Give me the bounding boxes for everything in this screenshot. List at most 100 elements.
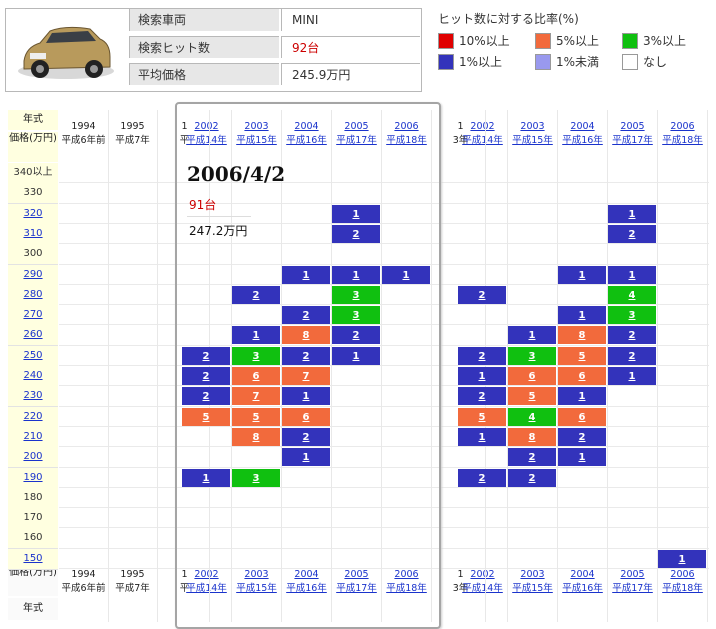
era-value[interactable]: 平成16年 [558, 582, 607, 596]
grid-cell[interactable]: 8 [558, 326, 606, 344]
year-column-footer[interactable]: 2003 平成15年 [508, 568, 557, 604]
grid-cell[interactable]: 1 [508, 326, 556, 344]
price-row-label[interactable]: 230 [8, 386, 58, 407]
year-value[interactable]: 2006 [658, 120, 707, 134]
year-column-header[interactable]: 2003 平成15年 [508, 120, 557, 156]
price-row-label[interactable]: 150 [8, 549, 58, 570]
era-value[interactable]: 平成18年 [658, 134, 707, 148]
grid-cell[interactable]: 2 [608, 347, 656, 365]
grid-cell[interactable]: 4 [508, 408, 556, 426]
era-value[interactable]: 平成14年 [458, 582, 507, 596]
price-value[interactable]: 220 [23, 411, 42, 422]
price-value[interactable]: 280 [23, 289, 42, 300]
year-column-footer[interactable]: 2005 平成17年 [608, 568, 657, 604]
price-value[interactable]: 250 [23, 350, 42, 361]
price-row-label[interactable]: 190 [8, 468, 58, 489]
era-value[interactable]: 平成17年 [608, 582, 657, 596]
grid-cell[interactable]: 2 [508, 469, 556, 487]
grid-cell[interactable]: 1 [608, 205, 656, 223]
price-value[interactable]: 230 [23, 390, 42, 401]
price-value[interactable]: 210 [23, 431, 42, 442]
grid-cell[interactable]: 2 [608, 326, 656, 344]
grid-cell[interactable]: 4 [608, 286, 656, 304]
price-row-label[interactable]: 270 [8, 305, 58, 326]
era-value[interactable]: 平成15年 [508, 582, 557, 596]
price-row-label[interactable]: 220 [8, 407, 58, 428]
price-row-label[interactable]: 250 [8, 346, 58, 367]
grid-cell[interactable]: 1 [558, 266, 606, 284]
year-value[interactable]: 2004 [558, 568, 607, 582]
legend-swatch [438, 54, 454, 70]
era-value: 平成6年前 [61, 135, 106, 146]
price-row-label[interactable]: 310 [8, 224, 58, 245]
grid-cell[interactable]: 2 [508, 448, 556, 466]
price-row-label[interactable]: 200 [8, 447, 58, 468]
grid-cell[interactable]: 2 [458, 469, 506, 487]
year-value[interactable]: 2005 [608, 568, 657, 582]
price-row-label[interactable]: 290 [8, 265, 58, 286]
price-value[interactable]: 150 [23, 553, 42, 564]
grid-cell[interactable]: 2 [458, 347, 506, 365]
grid-cell[interactable]: 5 [508, 387, 556, 405]
year-column-header[interactable]: 2006 平成18年 [658, 120, 707, 156]
grid-cell[interactable]: 6 [558, 367, 606, 385]
price-row-label[interactable]: 280 [8, 285, 58, 306]
price-row-label[interactable]: 210 [8, 427, 58, 448]
year-value[interactable]: 2005 [608, 120, 657, 134]
grid-cell[interactable]: 2 [458, 387, 506, 405]
grid-cell[interactable]: 3 [508, 347, 556, 365]
price-value[interactable]: 290 [23, 269, 42, 280]
car-photo [6, 9, 124, 89]
year-column-footer[interactable]: 2002 平成14年 [458, 568, 507, 604]
year-value[interactable]: 2003 [508, 568, 557, 582]
grid-cell[interactable]: 2 [558, 428, 606, 446]
price-value[interactable]: 270 [23, 309, 42, 320]
price-value[interactable]: 200 [23, 451, 42, 462]
year-column-footer[interactable]: 2006 平成18年 [658, 568, 707, 604]
year-column-header[interactable]: 2005 平成17年 [608, 120, 657, 156]
grid-cell[interactable]: 1 [608, 266, 656, 284]
grid-cell[interactable]: 5 [458, 408, 506, 426]
era-value[interactable]: 平成14年 [458, 134, 507, 148]
year-value[interactable]: 2002 [458, 120, 507, 134]
price-row-label[interactable]: 320 [8, 204, 58, 225]
year-column-header[interactable]: 2002 平成14年 [458, 120, 507, 156]
grid-cell[interactable]: 1 [558, 448, 606, 466]
era-value: 平成7年 [115, 583, 150, 594]
year-column-footer[interactable]: 2004 平成16年 [558, 568, 607, 604]
legend-label: 1%未満 [556, 55, 600, 69]
grid-cell[interactable]: 5 [558, 347, 606, 365]
year-value[interactable]: 2002 [458, 568, 507, 582]
era-value[interactable]: 平成18年 [658, 582, 707, 596]
era-value[interactable]: 平成16年 [558, 134, 607, 148]
year-value[interactable]: 2004 [558, 120, 607, 134]
grid-cell[interactable]: 2 [458, 286, 506, 304]
grid-cell[interactable]: 6 [558, 408, 606, 426]
year-column-header[interactable]: 2004 平成16年 [558, 120, 607, 156]
price-value[interactable]: 260 [23, 329, 42, 340]
grid-cell[interactable]: 1 [458, 428, 506, 446]
price-row-label: 300 [8, 244, 58, 265]
grid-cell[interactable]: 6 [508, 367, 556, 385]
grid-cell[interactable]: 1 [608, 367, 656, 385]
era-value[interactable]: 平成17年 [608, 134, 657, 148]
grid-cell[interactable]: 1 [658, 550, 706, 568]
grid-cell[interactable]: 1 [458, 367, 506, 385]
price-value[interactable]: 190 [23, 472, 42, 483]
price-value[interactable]: 320 [23, 208, 42, 219]
year-value: 1994 [71, 121, 96, 132]
year-value[interactable]: 2006 [658, 568, 707, 582]
grid-cell[interactable]: 3 [608, 306, 656, 324]
price-value[interactable]: 240 [23, 370, 42, 381]
price-row-label[interactable]: 260 [8, 325, 58, 346]
price-value[interactable]: 310 [23, 228, 42, 239]
price-row-label[interactable]: 240 [8, 366, 58, 387]
era-value[interactable]: 平成15年 [508, 134, 557, 148]
legend-swatch [535, 54, 551, 70]
grid-cell[interactable]: 8 [508, 428, 556, 446]
legend-item: 1%以上 [438, 54, 528, 70]
grid-cell[interactable]: 1 [558, 306, 606, 324]
grid-cell[interactable]: 1 [558, 387, 606, 405]
year-value[interactable]: 2003 [508, 120, 557, 134]
grid-cell[interactable]: 2 [608, 225, 656, 243]
